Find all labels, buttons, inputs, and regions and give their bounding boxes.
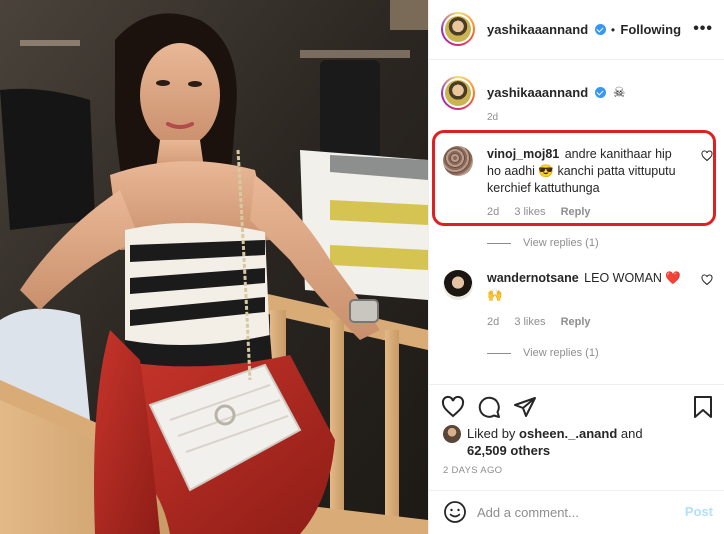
verified-badge-icon xyxy=(594,24,606,35)
author-username[interactable]: yashikaaannand xyxy=(487,22,588,37)
heart-icon[interactable] xyxy=(441,395,465,419)
author-avatar[interactable] xyxy=(441,12,475,46)
view-replies-button[interactable]: View replies (1) xyxy=(487,347,599,359)
commenter-avatar[interactable] xyxy=(443,270,473,300)
comment-likes[interactable]: 3 likes xyxy=(514,316,545,328)
caption-text: ☠ xyxy=(612,84,626,100)
more-options-icon[interactable]: ••• xyxy=(693,20,713,38)
reply-button[interactable]: Reply xyxy=(561,316,591,328)
post-header: yashikaaannand • Following ••• xyxy=(429,0,724,60)
view-replies-button[interactable]: View replies (1) xyxy=(487,237,599,249)
following-button[interactable]: Following xyxy=(620,22,681,37)
paper-plane-icon[interactable] xyxy=(513,395,537,419)
liker-username[interactable]: osheen._.anand xyxy=(519,426,617,441)
comment-input[interactable] xyxy=(477,499,667,525)
post-date[interactable]: 2 DAYS AGO xyxy=(443,465,502,476)
likes-prefix: Liked by xyxy=(467,426,520,441)
post-photo[interactable] xyxy=(0,0,428,534)
comment-item: wandernotsane LEO WOMAN ❤️🙌 2d 3 likes R… xyxy=(443,270,713,340)
add-comment-bar: Post xyxy=(429,490,724,534)
comment-body: wandernotsane LEO WOMAN ❤️🙌 xyxy=(487,270,687,304)
comment-meta: 2d 3 likes Reply xyxy=(487,316,603,328)
post-photo-illustration xyxy=(0,0,428,534)
post-sidebar: yashikaaannand • Following ••• yashikaaa… xyxy=(428,0,724,534)
caption-time[interactable]: 2d xyxy=(487,112,498,123)
caption-avatar[interactable] xyxy=(441,76,475,110)
comment-time[interactable]: 2d xyxy=(487,316,499,328)
comment-icon[interactable] xyxy=(477,395,501,419)
comment-like-heart-icon[interactable] xyxy=(701,274,713,286)
smiley-icon[interactable] xyxy=(443,500,467,524)
caption-username[interactable]: yashikaaannand xyxy=(487,85,588,100)
replies-divider xyxy=(487,242,511,244)
view-replies-label: View replies (1) xyxy=(523,237,599,249)
liker-avatar[interactable] xyxy=(443,425,461,443)
bookmark-icon[interactable] xyxy=(691,395,715,419)
post-comment-button[interactable]: Post xyxy=(685,504,713,519)
highlight-annotation xyxy=(432,130,716,226)
likes-count-link[interactable]: 62,509 others xyxy=(467,443,550,458)
verified-badge-icon xyxy=(594,87,606,98)
comment-username[interactable]: wandernotsane xyxy=(487,271,579,285)
separator-dot: • xyxy=(610,23,616,37)
replies-divider xyxy=(487,352,511,354)
view-replies-label: View replies (1) xyxy=(523,347,599,359)
likes-middle: and xyxy=(617,426,643,441)
